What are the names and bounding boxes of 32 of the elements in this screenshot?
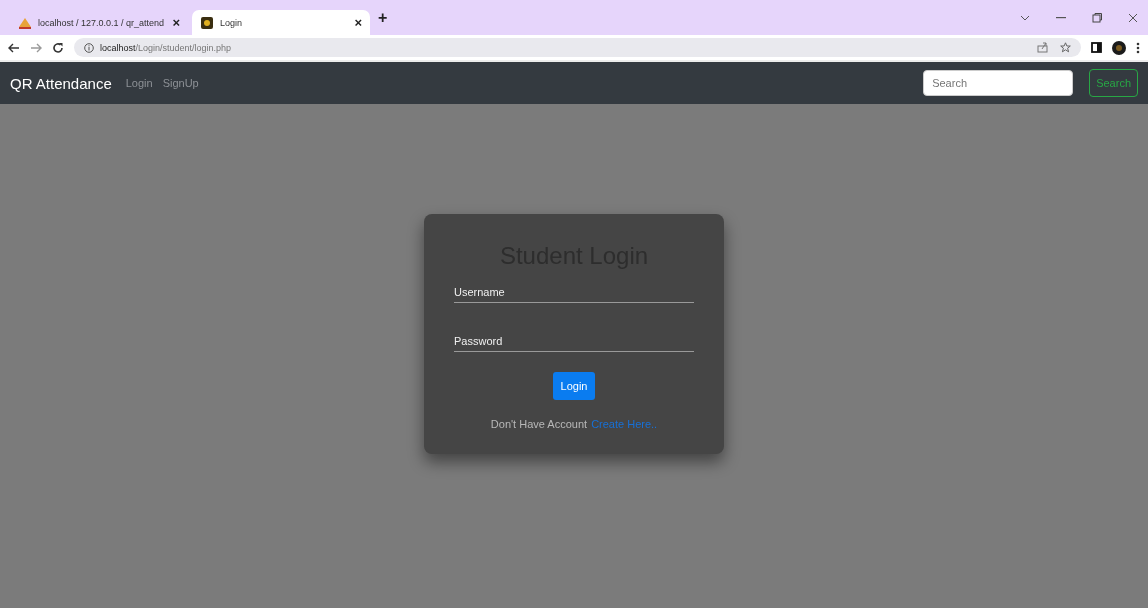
tab-title: localhost / 127.0.0.1 / qr_attend [38,17,166,28]
star-icon[interactable] [1060,42,1071,53]
tab-title: Login [220,17,244,28]
brand-link[interactable]: QR Attendance [10,74,112,92]
favicon-icon [200,15,214,30]
close-icon[interactable] [1128,12,1138,23]
reload-icon[interactable] [52,41,64,54]
nav-link[interactable]: Login [125,77,153,89]
minimize-icon[interactable] [1056,16,1066,19]
close-tab-button[interactable]: × [172,16,180,29]
sidebar-icon[interactable] [1091,42,1102,53]
avatar-icon[interactable] [1112,40,1126,55]
menu-icon[interactable] [1136,41,1140,54]
browser-tab[interactable]: localhost / 127.0.0.1 / qr_attend × [10,10,188,35]
close-tab-button[interactable]: × [354,16,362,29]
new-tab-button[interactable]: + [378,9,388,26]
nav-link[interactable]: SignUp [162,77,199,89]
search-button[interactable]: Search [1089,69,1138,97]
signup-prompt: Don't Have Account [490,418,588,430]
address-bar[interactable]: localhost/Login/student/login.php [74,38,1081,57]
search-field[interactable]: Search [923,70,1074,96]
url-text: localhost/Login/student/login.php [100,42,232,53]
username-field[interactable]: Username [454,282,694,303]
password-field[interactable]: Password [454,331,694,352]
share-icon[interactable] [1037,42,1048,53]
login-button[interactable]: Login [552,372,596,400]
restore-icon[interactable] [1092,12,1102,23]
info-icon [84,42,94,53]
forward-icon[interactable] [30,42,42,53]
chevron-down-icon[interactable] [1020,14,1030,21]
browser-tab[interactable]: Login × [192,10,370,35]
back-icon[interactable] [8,42,20,53]
